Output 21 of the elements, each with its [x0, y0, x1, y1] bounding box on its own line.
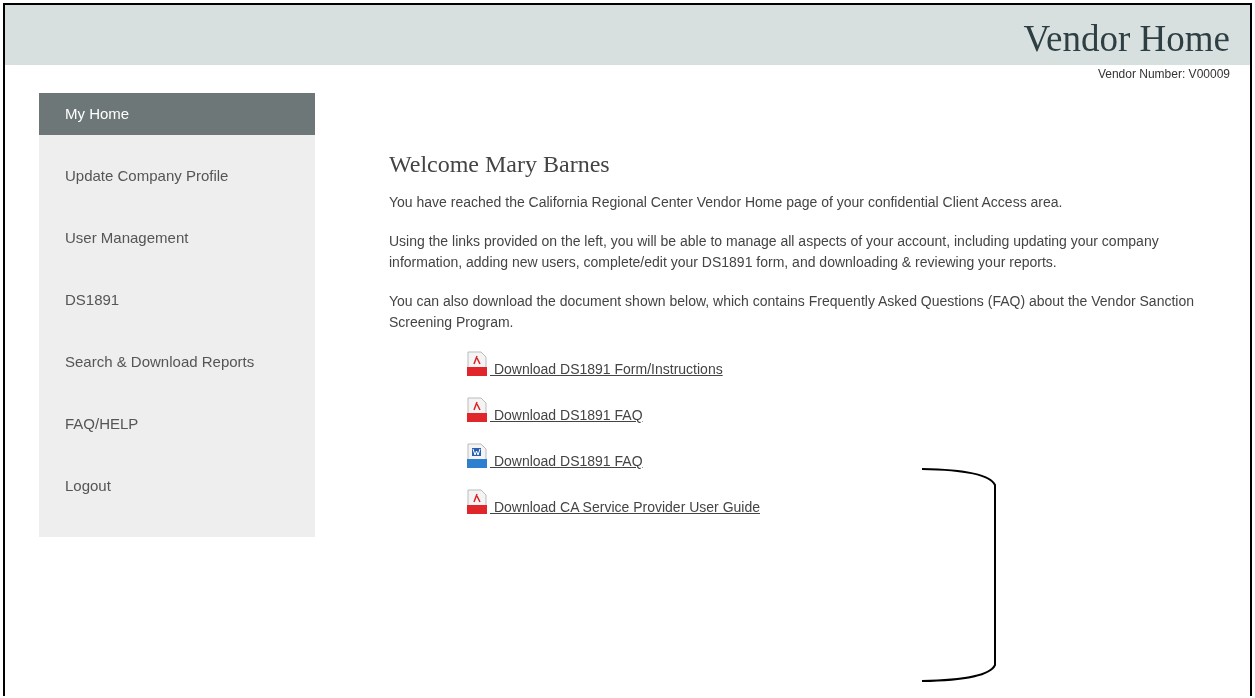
sidebar-item[interactable]: DS1891 [39, 269, 315, 331]
vendor-number: Vendor Number: V00009 [1096, 66, 1231, 81]
sidebar-item[interactable]: Logout [39, 455, 315, 517]
download-link[interactable]: Download CA Service Provider User Guide [490, 499, 760, 515]
pdf-file-icon [466, 397, 488, 423]
welcome-heading: Welcome Mary Barnes [389, 151, 611, 178]
word-file-icon [466, 443, 488, 469]
paragraph: You have reached the California Regional Center Vendor Home page of your confidential Client Access area. [389, 193, 1064, 212]
download-link[interactable]: Download DS1891 Form/Instructions [490, 361, 723, 377]
pdf-file-icon [466, 351, 488, 377]
download-link[interactable]: Download DS1891 FAQ [490, 453, 643, 469]
sidebar-item[interactable]: Update Company Profile [39, 145, 315, 207]
paragraph: Using the links provided on the left, you will be able to manage all aspects of your account, including updating your company information, adding new users, complete/edit your DS1891 form, and downloading & reviewing your reports. [389, 232, 1160, 272]
page-title: Vendor Home [1023, 17, 1230, 61]
sidebar-item[interactable]: My Home [39, 93, 315, 135]
sidebar-item[interactable]: Search & Download Reports [39, 331, 315, 393]
paragraph: You can also download the document shown below, which contains Frequently Asked Questions (FAQ) about the Vendor Sanction Screening Program. [389, 292, 1195, 332]
sidebar-item[interactable]: FAQ/HELP [39, 393, 315, 455]
sidebar-item[interactable]: User Management [39, 207, 315, 269]
download-link[interactable]: Download DS1891 FAQ [490, 407, 643, 423]
pdf-file-icon [466, 489, 488, 515]
